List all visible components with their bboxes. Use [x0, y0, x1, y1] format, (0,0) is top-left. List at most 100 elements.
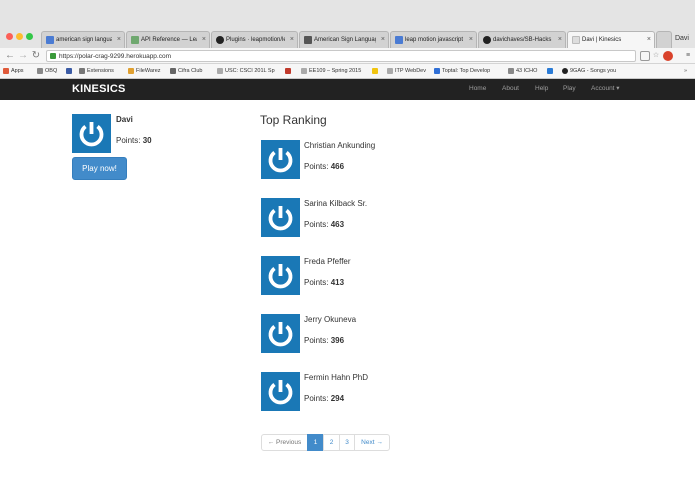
- browser-tab[interactable]: API Reference — Leap ×: [126, 31, 210, 48]
- apps-icon: [3, 68, 9, 74]
- ranking-avatar: [261, 256, 300, 295]
- browser-tab[interactable]: leap motion javascript ×: [390, 31, 477, 48]
- ranking-name: Jerry Okuneva: [304, 315, 357, 324]
- bookmark-item[interactable]: [372, 64, 380, 79]
- browser-tab[interactable]: american sign languag ×: [41, 31, 125, 48]
- points-label: Points:: [304, 336, 329, 345]
- bookmark-icon: [387, 68, 393, 74]
- ranking-name: Christian Ankunding: [304, 141, 376, 150]
- tab-close-icon[interactable]: ×: [202, 32, 206, 48]
- forward-arrow-icon[interactable]: →: [17, 49, 29, 63]
- pagination-page-2[interactable]: 2: [323, 434, 340, 451]
- ranking-title: Top Ranking: [260, 113, 327, 127]
- minimize-window-button[interactable]: [16, 33, 23, 40]
- bookmarks-overflow-icon[interactable]: »: [684, 64, 687, 79]
- tab-label: american sign languag: [56, 37, 112, 43]
- play-now-button[interactable]: Play now!: [72, 157, 127, 180]
- nav-about[interactable]: About: [502, 79, 519, 100]
- extension-icon[interactable]: [663, 51, 673, 61]
- browser-chrome: american sign languag × API Reference — …: [0, 0, 695, 79]
- nav-account-dropdown[interactable]: Account ▾: [591, 79, 620, 100]
- user-name: Davi: [116, 115, 133, 124]
- url-text: https://polar-crag-9299.herokuapp.com: [59, 53, 172, 60]
- browser-tab[interactable]: davichaves/SB-Hacks ×: [478, 31, 566, 48]
- bookmark-label: Apps: [11, 68, 24, 74]
- power-icon: [268, 148, 293, 173]
- bookmark-icon: [434, 68, 440, 74]
- browser-tab[interactable]: American Sign Languag ×: [299, 31, 389, 48]
- bookmark-icon: [37, 68, 43, 74]
- bookmark-item[interactable]: Extensions: [79, 64, 114, 79]
- brand-logo[interactable]: KINESICS: [72, 79, 126, 100]
- points-value: 294: [330, 394, 345, 403]
- bookmarks-bar: Apps OBQ Extensions FileWarez Cifra Club…: [0, 64, 695, 79]
- nav-play[interactable]: Play: [563, 79, 576, 100]
- bookmark-item[interactable]: [285, 64, 293, 79]
- bookmark-item[interactable]: [547, 64, 555, 79]
- lock-icon: [50, 53, 56, 59]
- points-label: Points:: [304, 394, 329, 403]
- bookmark-label: Cifra Club: [178, 68, 203, 74]
- power-icon: [268, 206, 293, 231]
- bookmark-item[interactable]: [66, 64, 74, 79]
- nav-home[interactable]: Home: [469, 79, 486, 100]
- points-label: Points:: [304, 278, 329, 287]
- bookmark-item[interactable]: USC: CSCI 201L Sp: [217, 64, 275, 79]
- ranking-avatar: [261, 198, 300, 237]
- menu-icon[interactable]: ≡: [683, 51, 693, 61]
- reload-icon[interactable]: ↻: [30, 49, 42, 63]
- tab-close-icon[interactable]: ×: [647, 32, 651, 48]
- bookmark-label: ITP WebDev: [395, 68, 426, 74]
- tab-label: Davi | Kinesics: [582, 37, 622, 43]
- pagination-previous[interactable]: ← Previous: [261, 434, 308, 451]
- pagination-page-3[interactable]: 3: [339, 434, 355, 451]
- pagination-next[interactable]: Next →: [354, 434, 390, 451]
- star-icon[interactable]: ☆: [651, 51, 661, 61]
- pagination-page-1[interactable]: 1: [307, 434, 324, 451]
- points-label: Points:: [304, 220, 329, 229]
- bookmark-item[interactable]: Cifra Club: [170, 64, 202, 79]
- tab-favicon-icon: [304, 36, 312, 44]
- bookmark-item[interactable]: OBQ: [37, 64, 57, 79]
- browser-tab[interactable]: Plugins · leapmotion/le ×: [211, 31, 298, 48]
- ranking-points: Points: 463: [304, 220, 344, 229]
- bookmark-item[interactable]: Toptal: Top Develop: [434, 64, 490, 79]
- tab-close-icon[interactable]: ×: [558, 32, 562, 48]
- bookmark-item[interactable]: 43 ICHO: [508, 64, 537, 79]
- bookmark-item[interactable]: ITP WebDev: [387, 64, 426, 79]
- ranking-avatar: [261, 140, 300, 179]
- tab-close-icon[interactable]: ×: [381, 32, 385, 48]
- bookmark-item[interactable]: EE109 – Spring 2015: [301, 64, 361, 79]
- ranking-name: Sarina Kilback Sr.: [304, 199, 368, 208]
- points-label: Points:: [304, 162, 329, 171]
- tab-close-icon[interactable]: ×: [117, 32, 121, 48]
- points-value: 413: [330, 278, 345, 287]
- points-label: Points:: [116, 136, 141, 145]
- power-icon: [79, 122, 104, 147]
- close-window-button[interactable]: [6, 33, 13, 40]
- bookmark-item[interactable]: Apps: [3, 64, 24, 79]
- bookmark-icon: [66, 68, 72, 74]
- bookmark-label: OBQ: [45, 68, 58, 74]
- ranking-avatar: [261, 372, 300, 411]
- maximize-window-button[interactable]: [26, 33, 33, 40]
- power-icon: [268, 264, 293, 289]
- url-input[interactable]: https://polar-crag-9299.herokuapp.com: [46, 50, 636, 62]
- back-arrow-icon[interactable]: ←: [4, 49, 16, 63]
- tab-favicon-icon: [395, 36, 403, 44]
- app-navbar: KINESICS Home About Help Play Account ▾: [0, 79, 695, 100]
- bookmark-icon: [508, 68, 514, 74]
- page-icon[interactable]: [640, 51, 650, 61]
- power-icon: [268, 322, 293, 347]
- pagination: ← Previous 1 2 3 Next →: [261, 434, 390, 451]
- tab-label: Plugins · leapmotion/le: [226, 37, 285, 43]
- tab-close-icon[interactable]: ×: [469, 32, 473, 48]
- tab-favicon-icon: [572, 36, 580, 44]
- browser-tab-active[interactable]: Davi | Kinesics ×: [567, 31, 655, 48]
- browser-user-label[interactable]: Davi: [671, 32, 693, 46]
- tab-close-icon[interactable]: ×: [290, 32, 294, 48]
- bookmark-item[interactable]: FileWarez: [128, 64, 161, 79]
- bookmark-item[interactable]: 9GAG - Songs you: [562, 64, 616, 79]
- new-tab-button[interactable]: [656, 31, 672, 48]
- nav-help[interactable]: Help: [535, 79, 548, 100]
